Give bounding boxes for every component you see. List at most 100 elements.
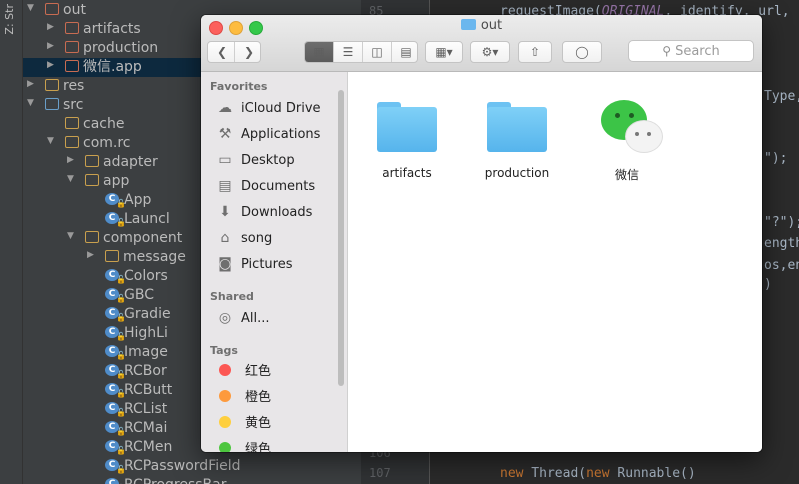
collapse-arrow-icon[interactable]: ▶ — [27, 79, 34, 89]
java-class-icon: C — [105, 402, 119, 414]
tag-icon: ◯ — [575, 45, 589, 59]
tree-row-label: RCMai — [124, 420, 168, 436]
collapse-arrow-icon[interactable]: ▶ — [47, 41, 54, 51]
expand-arrow-icon[interactable]: ▼ — [67, 231, 74, 241]
sidebar-item-label: All... — [241, 311, 270, 326]
sidebar-item-pictures[interactable]: ◙ Pictures — [215, 253, 292, 275]
sidebar-item-applications[interactable]: ⚒ Applications — [215, 123, 321, 145]
tree-row-label: Image — [124, 344, 168, 360]
sidebar-scrollbar[interactable] — [338, 90, 344, 386]
java-class-icon: C — [105, 478, 119, 484]
share-button[interactable]: ⇧ — [518, 41, 552, 63]
sidebar-item-label: Documents — [241, 179, 316, 194]
sidebar-item-label: 橙色 — [245, 390, 272, 405]
collapse-arrow-icon[interactable]: ▶ — [47, 22, 54, 32]
collapse-arrow-icon[interactable]: ▶ — [67, 155, 74, 165]
list-icon: ☰ — [342, 45, 354, 59]
tree-row-label: com.rc — [83, 135, 131, 151]
folder-icon — [45, 79, 59, 91]
cloud-icon: ☁ — [218, 100, 232, 116]
arrange-icon: ▦▾ — [435, 45, 453, 59]
tree-row[interactable]: 🔓 C RCPasswordField — [23, 457, 361, 476]
sidebar-item-tag[interactable]: 红色 — [215, 361, 271, 383]
sidebar-item-tag[interactable]: 黄色 — [215, 413, 271, 435]
edit-tags-button[interactable]: ◯ — [562, 41, 602, 63]
gallery-view-button[interactable]: ▤ — [392, 42, 417, 62]
finder-window[interactable]: out ❮ ❯ ▦ ☰ ◫ ▤ ▦▾ ⚙▾ ⇧ ◯ ⚲ Search Favori… — [201, 15, 762, 452]
expand-arrow-icon[interactable]: ▼ — [27, 3, 34, 13]
gear-icon: ⚙▾ — [481, 45, 499, 59]
sidebar-item-tag[interactable]: 绿色 — [215, 439, 271, 452]
chevron-right-icon: ❯ — [243, 45, 255, 59]
sidebar-section-header: Shared — [210, 290, 254, 303]
sidebar-item-tag[interactable]: 橙色 — [215, 387, 271, 409]
expand-arrow-icon[interactable]: ▼ — [27, 98, 34, 108]
code-line: new Thread(new Runnable() — [500, 466, 696, 481]
folder-item[interactable]: artifacts — [357, 88, 457, 188]
arrange-button[interactable]: ▦▾ — [425, 41, 463, 63]
forward-button[interactable]: ❯ — [235, 42, 260, 62]
sidebar-item-icloud-drive[interactable]: ☁ iCloud Drive — [215, 97, 321, 119]
tag-color-dot-icon — [219, 442, 231, 452]
sidebar-item-label: 黄色 — [245, 416, 272, 431]
folder-item[interactable]: production — [467, 88, 567, 188]
collapse-arrow-icon[interactable]: ▶ — [47, 60, 54, 70]
tree-row-label: res — [63, 78, 85, 94]
network-icon: ◎ — [218, 310, 232, 326]
search-field[interactable]: ⚲ Search — [628, 40, 754, 62]
window-title: out — [201, 18, 762, 33]
structure-tab-label[interactable]: Z: Str — [3, 4, 16, 35]
tree-row-label: 微信.app — [83, 59, 142, 75]
camera-icon: ◙ — [218, 256, 232, 272]
folder-content-area[interactable]: artifacts production 微信 — [348, 72, 762, 452]
desktop-icon: ▭ — [218, 152, 232, 168]
java-class-icon: C — [105, 212, 119, 224]
sidebar-item-downloads[interactable]: ⬇ Downloads — [215, 201, 312, 223]
sidebar-item-song[interactable]: ⌂ song — [215, 227, 273, 249]
view-mode-control[interactable]: ▦ ☰ ◫ ▤ — [304, 41, 418, 63]
column-view-button[interactable]: ◫ — [363, 42, 392, 62]
home-icon: ⌂ — [220, 230, 230, 246]
java-class-icon: C — [105, 288, 119, 300]
sidebar-item-label: song — [241, 231, 273, 246]
back-forward-control[interactable]: ❮ ❯ — [207, 41, 261, 63]
sidebar-item-desktop[interactable]: ▭ Desktop — [215, 149, 294, 171]
finder-titlebar[interactable]: out ❮ ❯ ▦ ☰ ◫ ▤ ▦▾ ⚙▾ ⇧ ◯ ⚲ Search — [201, 15, 762, 72]
tree-row[interactable]: 🔓CRCProgressBar — [23, 476, 361, 484]
tree-row-label: RCProgressBar — [124, 476, 227, 484]
code-line: "?"); — [764, 215, 799, 230]
downloads-icon: ⬇ — [219, 204, 231, 220]
folder-icon — [377, 102, 437, 152]
item-name: artifacts — [382, 166, 432, 180]
sidebar-item-documents[interactable]: ▤ Documents — [215, 175, 315, 197]
collapse-arrow-icon[interactable]: ▶ — [87, 250, 94, 260]
app-item[interactable]: 微信 — [577, 88, 677, 188]
finder-sidebar[interactable]: Favorites ☁ iCloud Drive ⚒ Applications ▭ Desk… — [201, 72, 348, 452]
expand-arrow-icon[interactable]: ▼ — [47, 136, 54, 146]
tree-row-label: artifacts — [83, 21, 141, 37]
sidebar-item-all-[interactable]: ◎ All... — [215, 307, 270, 329]
icon-view-button[interactable]: ▦ — [305, 42, 334, 62]
tree-row-label: RCButt — [124, 382, 173, 398]
back-button[interactable]: ❮ — [208, 42, 235, 62]
tree-row-label: Colors — [124, 268, 168, 284]
java-class-icon: C — [105, 383, 119, 395]
sidebar-item-label: Pictures — [241, 257, 293, 272]
wechat-app-icon — [597, 98, 667, 160]
tag-color-dot-icon — [219, 390, 231, 402]
tree-row-label: adapter — [103, 154, 158, 170]
tree-row-label: out — [63, 2, 86, 18]
action-button[interactable]: ⚙▾ — [470, 41, 510, 63]
java-class-icon: C — [105, 269, 119, 281]
folder-icon — [85, 155, 99, 167]
tree-row-label: RCMen — [124, 439, 173, 455]
folder-icon — [45, 98, 59, 110]
folder-icon — [65, 117, 79, 129]
line-number: 107 — [369, 466, 391, 480]
java-class-icon: C — [105, 307, 119, 319]
structure-tool-strip[interactable]: Z: Str — [0, 0, 23, 484]
folder-icon — [487, 102, 547, 152]
list-view-button[interactable]: ☰ — [334, 42, 363, 62]
expand-arrow-icon[interactable]: ▼ — [67, 174, 74, 184]
tree-row-label: HighLi — [124, 325, 168, 341]
